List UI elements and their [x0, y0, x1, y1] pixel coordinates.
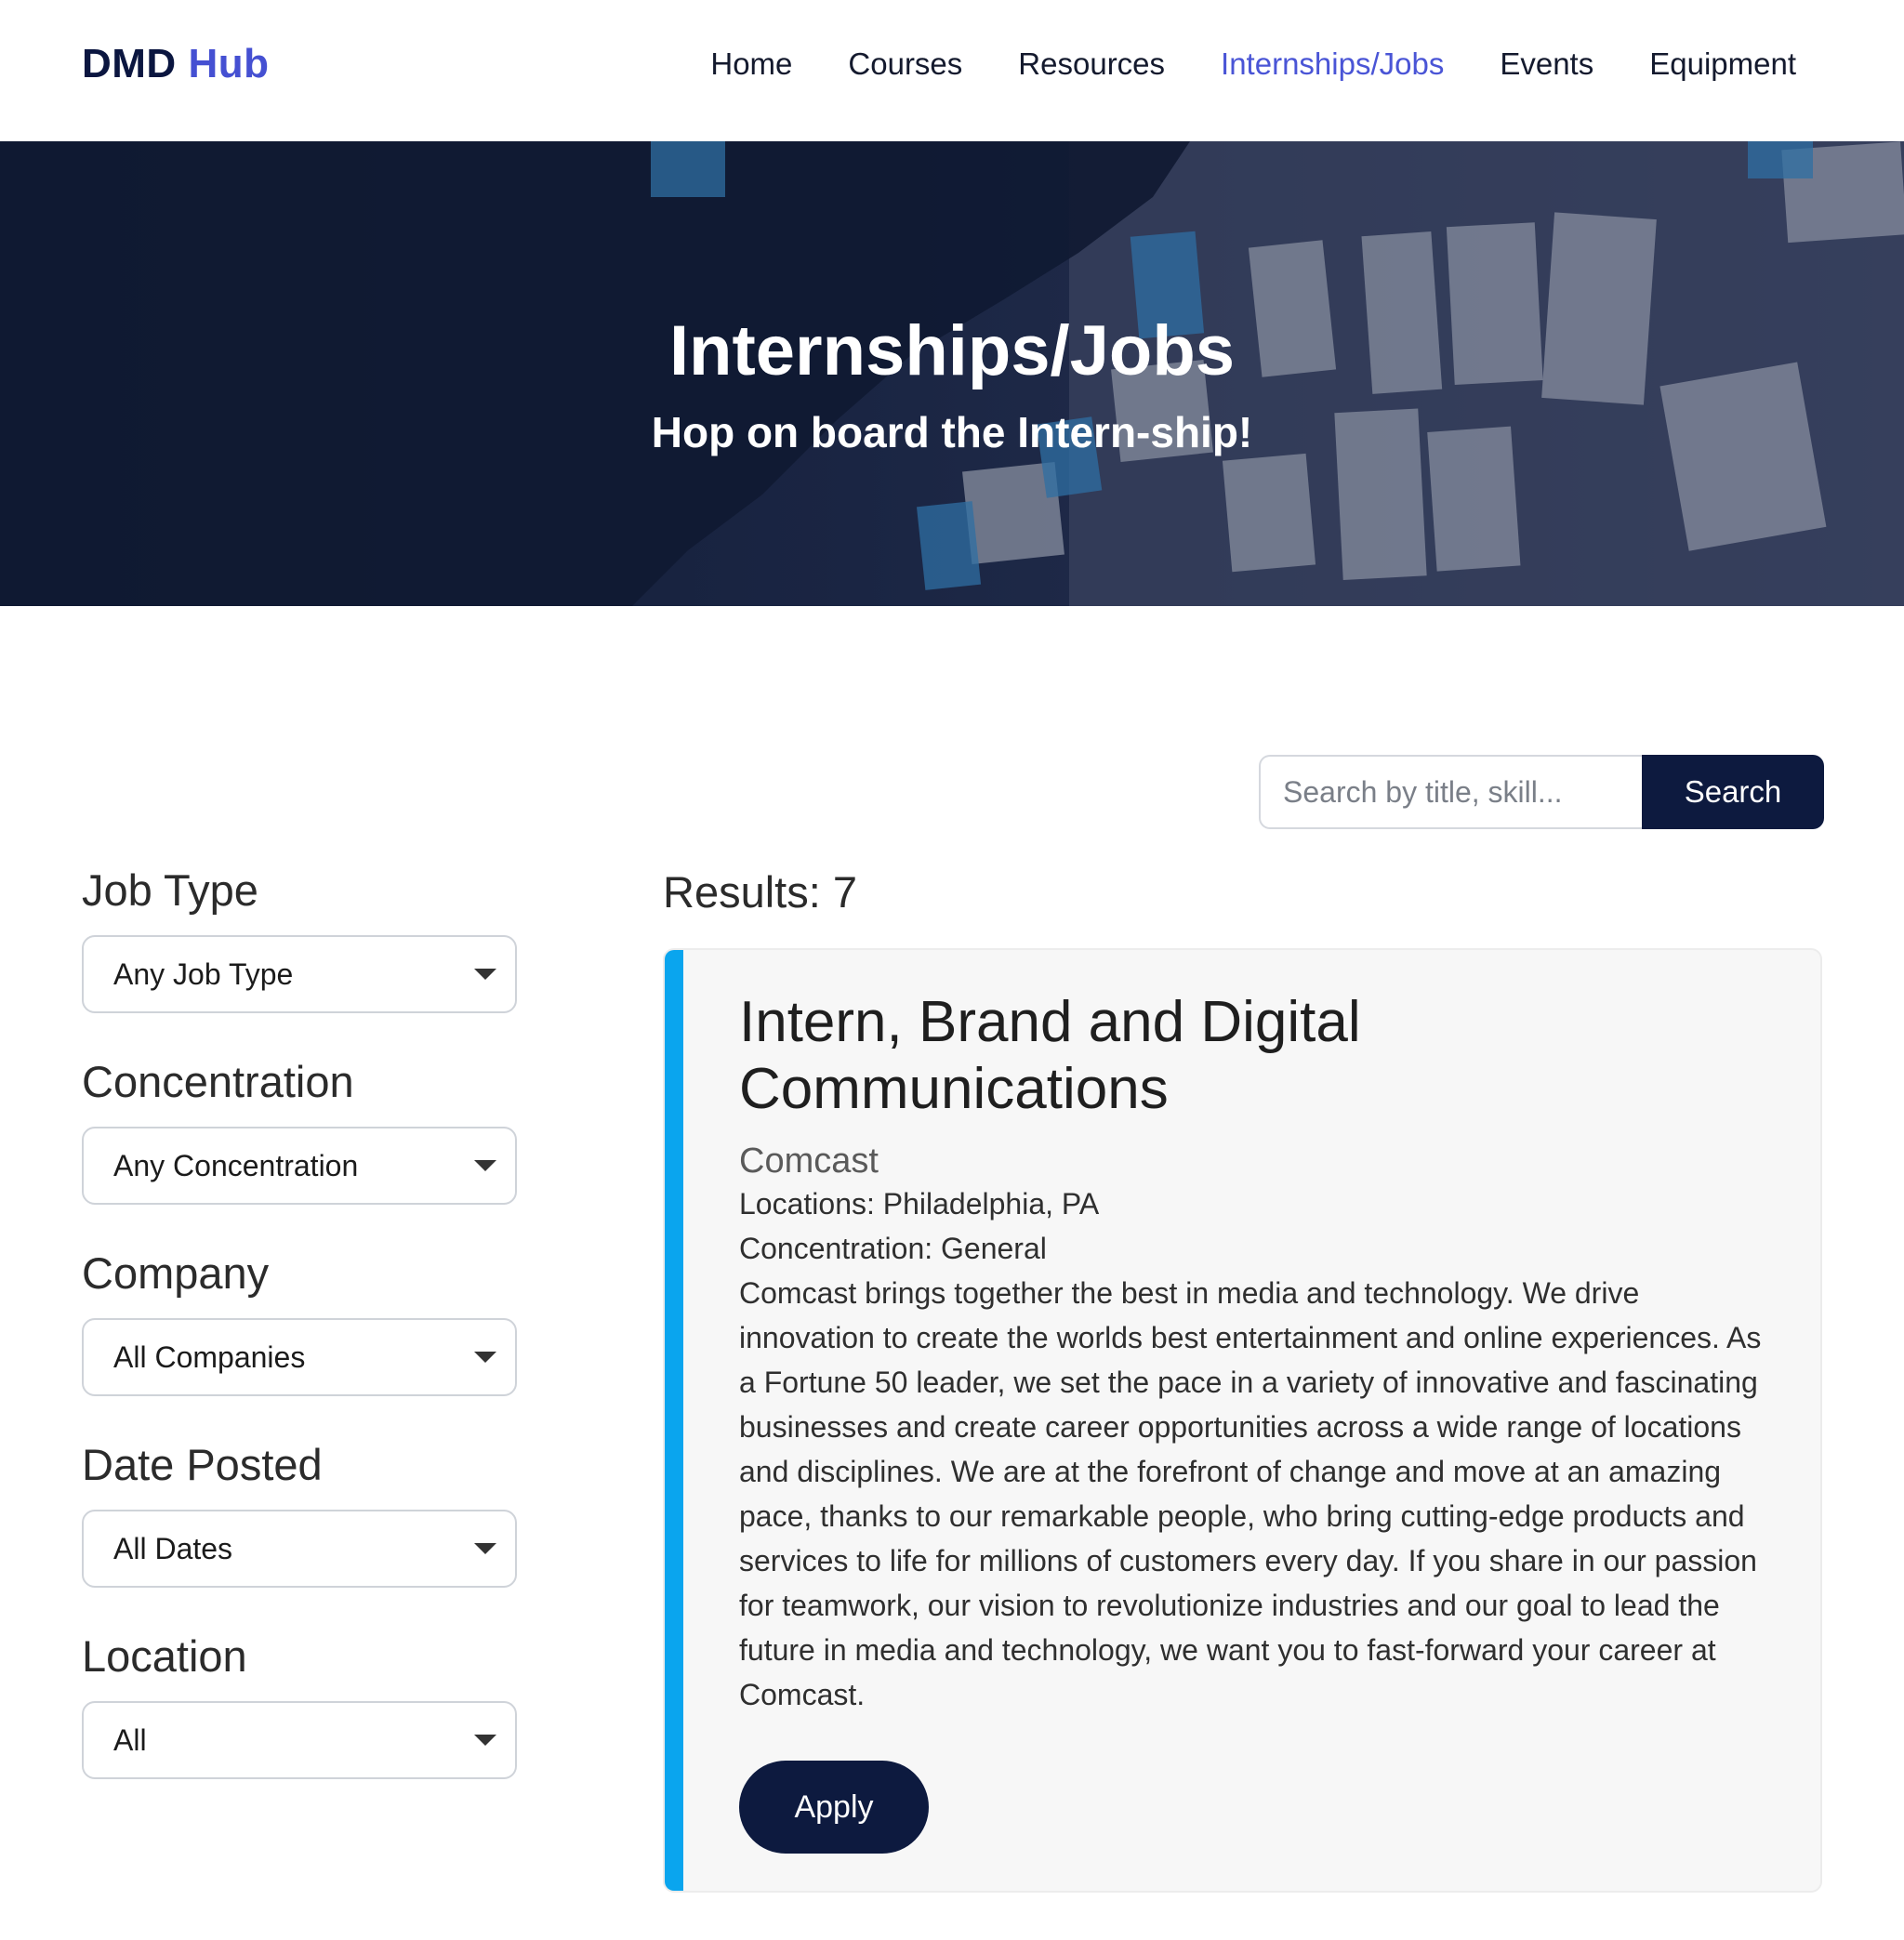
- hero-title: Internships/Jobs: [668, 311, 1236, 390]
- filter-location: Location All: [82, 1630, 519, 1822]
- card-accent-bar: [665, 950, 683, 1891]
- nav-link-courses[interactable]: Courses: [848, 46, 962, 82]
- job-search-bar: Search: [1259, 755, 1824, 829]
- hero-subtitle: Hop on board the Intern-ship!: [651, 408, 1253, 456]
- nav-link-internships-jobs[interactable]: Internships/Jobs: [1221, 46, 1444, 82]
- select-value: All: [113, 1723, 147, 1757]
- search-button[interactable]: Search: [1642, 755, 1824, 829]
- hero-banner: Internships/Jobs Hop on board the Intern…: [0, 141, 1904, 606]
- nav-link-events[interactable]: Events: [1500, 46, 1593, 82]
- nav-link-equipment[interactable]: Equipment: [1649, 46, 1796, 82]
- logo-text-hub: Hub: [188, 41, 270, 86]
- job-title: Intern, Brand and Digital Communications: [739, 990, 1361, 1121]
- location-select[interactable]: All: [82, 1701, 517, 1779]
- caret-down-icon: [474, 1352, 496, 1363]
- caret-down-icon: [474, 1160, 496, 1171]
- filter-company: Company All Companies: [82, 1247, 519, 1439]
- job-type-select[interactable]: Any Job Type: [82, 935, 517, 1013]
- filter-job-type: Job Type Any Job Type: [82, 864, 519, 1056]
- top-navbar: DMD Hub Home Courses Resources Internshi…: [0, 0, 1904, 141]
- results-count: Results: 7: [663, 867, 857, 917]
- job-concentration: Concentration: General: [739, 1232, 1047, 1265]
- site-logo[interactable]: DMD Hub: [82, 41, 269, 87]
- nav-link-home[interactable]: Home: [710, 46, 792, 82]
- filter-label: Location: [82, 1631, 247, 1681]
- job-company: Comcast: [739, 1142, 879, 1181]
- logo-text-dmd: DMD: [82, 41, 177, 86]
- filter-label: Date Posted: [82, 1440, 323, 1489]
- filter-date-posted: Date Posted All Dates: [82, 1439, 519, 1630]
- select-value: Any Job Type: [113, 957, 294, 991]
- filter-label: Job Type: [82, 865, 258, 915]
- search-input[interactable]: [1259, 755, 1642, 829]
- filter-label: Concentration: [82, 1057, 354, 1106]
- job-card: Intern, Brand and Digital Communications…: [663, 948, 1822, 1893]
- caret-down-icon: [474, 1543, 496, 1554]
- caret-down-icon: [474, 1735, 496, 1746]
- nav-links: Home Courses Resources Internships/Jobs …: [710, 46, 1796, 82]
- job-locations: Locations: Philadelphia, PA: [739, 1187, 1100, 1221]
- filter-label: Company: [82, 1248, 270, 1298]
- select-value: All Dates: [113, 1532, 233, 1565]
- select-value: Any Concentration: [113, 1149, 359, 1182]
- apply-button[interactable]: Apply: [739, 1761, 929, 1854]
- filter-concentration: Concentration Any Concentration: [82, 1056, 519, 1247]
- job-description: Comcast brings together the best in medi…: [739, 1276, 1762, 1711]
- filters-sidebar: Job Type Any Job Type Concentration Any …: [82, 864, 519, 1822]
- concentration-select[interactable]: Any Concentration: [82, 1127, 517, 1205]
- job-card-body: Intern, Brand and Digital Communications…: [739, 989, 1771, 1717]
- company-select[interactable]: All Companies: [82, 1318, 517, 1396]
- nav-link-resources[interactable]: Resources: [1018, 46, 1165, 82]
- caret-down-icon: [474, 969, 496, 980]
- date-posted-select[interactable]: All Dates: [82, 1510, 517, 1588]
- select-value: All Companies: [113, 1340, 306, 1374]
